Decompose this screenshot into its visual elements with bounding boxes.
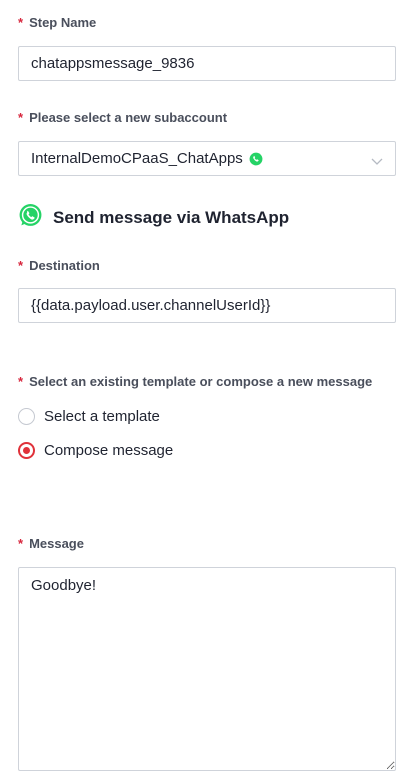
- radio-label: Select a template: [44, 408, 160, 425]
- message-textarea[interactable]: Goodbye!: [18, 567, 396, 771]
- destination-label: * Destination: [18, 258, 100, 273]
- template-choice-label-text: Select an existing template or compose a…: [29, 374, 373, 389]
- template-choice-label: * Select an existing template or compose…: [18, 374, 372, 389]
- whatsapp-icon: [249, 152, 263, 166]
- radio-dot: [23, 447, 30, 454]
- message-label: * Message: [18, 536, 84, 551]
- required-marker: *: [18, 110, 24, 125]
- required-marker: *: [18, 536, 24, 551]
- radio-select-template[interactable]: Select a template: [18, 408, 160, 425]
- subaccount-label: * Please select a new subaccount: [18, 110, 227, 125]
- required-marker: *: [18, 15, 24, 30]
- subaccount-select[interactable]: InternalDemoCPaaS_ChatApps: [18, 141, 396, 176]
- message-label-text: Message: [29, 536, 84, 551]
- step-name-value: chatappsmessage_9836: [31, 55, 195, 72]
- chevron-down-icon[interactable]: [371, 154, 383, 171]
- step-name-field[interactable]: chatappsmessage_9836: [18, 46, 396, 81]
- whatsapp-section-heading: Send message via WhatsApp: [18, 203, 289, 233]
- destination-label-text: Destination: [29, 258, 100, 273]
- required-marker: *: [18, 374, 24, 389]
- subaccount-label-text: Please select a new subaccount: [29, 110, 228, 125]
- destination-value: {{data.payload.user.channelUserId}}: [31, 297, 271, 314]
- radio-compose-message[interactable]: Compose message: [18, 442, 173, 459]
- step-name-label: * Step Name: [18, 15, 96, 30]
- radio-button-checked[interactable]: [18, 442, 35, 459]
- step-name-label-text: Step Name: [29, 15, 97, 30]
- radio-label: Compose message: [44, 442, 174, 459]
- required-marker: *: [18, 258, 24, 273]
- whatsapp-logo-icon: [18, 203, 43, 233]
- section-title: Send message via WhatsApp: [53, 208, 290, 227]
- destination-field[interactable]: {{data.payload.user.channelUserId}}: [18, 288, 396, 323]
- radio-button-unchecked[interactable]: [18, 408, 35, 425]
- subaccount-value: InternalDemoCPaaS_ChatApps: [31, 150, 243, 167]
